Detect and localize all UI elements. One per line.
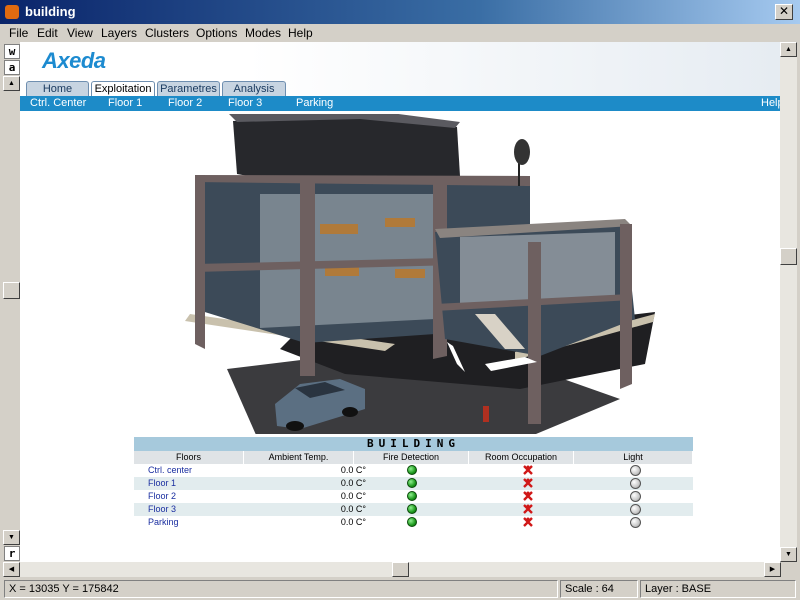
vertical-scroll-thumb[interactable] — [780, 248, 797, 265]
vertical-scrollbar[interactable]: ▲ ▼ — [780, 42, 797, 562]
status-bar: X = 13035 Y = 175842 Scale : 64 Layer : … — [0, 578, 800, 600]
menu-help[interactable]: Help — [288, 26, 313, 40]
room-occupation-icon — [523, 465, 533, 475]
table-title: BUILDING — [134, 437, 693, 451]
nav-floor-1[interactable]: Floor 1 — [108, 97, 142, 109]
light-off-icon — [630, 465, 641, 476]
tool-w-button[interactable]: w — [4, 44, 20, 59]
close-button[interactable]: ✕ — [775, 4, 793, 20]
header-light: Light — [574, 451, 693, 464]
left-toolbar: w a ▲ ▼ r ◀ — [3, 42, 20, 577]
scroll-left-arrow-icon[interactable]: ◀ — [3, 562, 20, 577]
nav-ctrl-center[interactable]: Ctrl. Center — [30, 97, 86, 109]
header-room-occupation: Room Occupation — [469, 451, 574, 464]
scroll-down-arrow-icon[interactable]: ▼ — [780, 547, 797, 562]
menu-file[interactable]: File — [9, 26, 28, 40]
horizontal-scrollbar[interactable] — [20, 562, 780, 577]
scroll-up-arrow-icon[interactable]: ▲ — [3, 76, 20, 91]
light-off-icon — [630, 478, 641, 489]
room-occupation-icon — [523, 504, 533, 514]
tool-r-button[interactable]: r — [4, 546, 20, 561]
header-fire-detection: Fire Detection — [354, 451, 469, 464]
light-off-icon — [630, 517, 641, 528]
light-off-icon — [630, 491, 641, 502]
ambient-temp-value: 0.0 C° — [340, 465, 366, 475]
left-scroll-thumb[interactable] — [3, 282, 20, 299]
fire-detection-ok-icon — [407, 504, 417, 514]
menu-layers[interactable]: Layers — [101, 26, 137, 40]
fire-detection-ok-icon — [407, 465, 417, 475]
nav-help[interactable]: Help — [761, 97, 780, 109]
fire-detection-ok-icon — [407, 491, 417, 501]
header-floors: Floors — [134, 451, 244, 464]
floor-name[interactable]: Floor 2 — [148, 491, 176, 501]
window-title: building — [25, 4, 76, 19]
floor-name[interactable]: Floor 1 — [148, 478, 176, 488]
floor-nav-bar: Ctrl. Center Floor 1 Floor 2 Floor 3 Par… — [20, 96, 780, 111]
floor-name[interactable]: Floor 3 — [148, 504, 176, 514]
menu-edit[interactable]: Edit — [37, 26, 58, 40]
map-canvas[interactable]: Axeda Home Exploitation Parametres Analy… — [20, 42, 780, 562]
coordinates-readout: X = 13035 Y = 175842 — [4, 580, 558, 598]
ambient-temp-value: 0.0 C° — [340, 517, 366, 527]
scale-readout: Scale : 64 — [560, 580, 638, 598]
room-occupation-icon — [523, 491, 533, 501]
title-bar: building ✕ — [0, 0, 800, 24]
floor-name[interactable]: Ctrl. center — [148, 465, 192, 475]
menu-modes[interactable]: Modes — [245, 26, 281, 40]
nav-floor-2[interactable]: Floor 2 — [168, 97, 202, 109]
building-status-table: BUILDING Floors Ambient Temp. Fire Detec… — [134, 437, 693, 532]
tab-analysis[interactable]: Analysis — [222, 81, 286, 97]
layer-readout: Layer : BASE — [640, 580, 796, 598]
table-header-row: Floors Ambient Temp. Fire Detection Room… — [134, 451, 693, 464]
table-row: Floor 2 0.0 C° — [134, 490, 693, 503]
floor-name[interactable]: Parking — [148, 517, 179, 527]
axeda-logo: Axeda — [42, 48, 106, 73]
building-3d-image[interactable] — [185, 114, 655, 434]
scroll-down-arrow-icon[interactable]: ▼ — [3, 530, 20, 545]
ambient-temp-value: 0.0 C° — [340, 504, 366, 514]
room-occupation-icon — [523, 478, 533, 488]
app-icon — [5, 5, 19, 19]
table-row: Floor 1 0.0 C° — [134, 477, 693, 490]
table-row: Ctrl. center 0.0 C° — [134, 464, 693, 477]
menu-clusters[interactable]: Clusters — [145, 26, 189, 40]
nav-floor-3[interactable]: Floor 3 — [228, 97, 262, 109]
scroll-up-arrow-icon[interactable]: ▲ — [780, 42, 797, 57]
menu-options[interactable]: Options — [196, 26, 237, 40]
application-window: building ✕ File Edit View Layers Cluster… — [0, 0, 800, 600]
light-off-icon — [630, 504, 641, 515]
ambient-temp-value: 0.0 C° — [340, 491, 366, 501]
table-row: Parking 0.0 C° — [134, 516, 693, 529]
scroll-right-arrow-icon[interactable]: ▶ — [764, 562, 781, 577]
nav-parking[interactable]: Parking — [296, 97, 333, 109]
ambient-temp-value: 0.0 C° — [340, 478, 366, 488]
tab-parametres[interactable]: Parametres — [157, 81, 220, 97]
satellite-dish — [514, 139, 530, 165]
fire-detection-ok-icon — [407, 517, 417, 527]
table-row: Floor 3 0.0 C° — [134, 503, 693, 516]
room-occupation-icon — [523, 517, 533, 527]
horizontal-scroll-thumb[interactable] — [392, 562, 409, 577]
tool-a-button[interactable]: a — [4, 60, 20, 75]
app-header: Axeda Home Exploitation Parametres Analy… — [20, 42, 780, 98]
header-ambient-temp: Ambient Temp. — [244, 451, 354, 464]
tab-home[interactable]: Home — [26, 81, 89, 97]
menu-view[interactable]: View — [67, 26, 93, 40]
fire-detection-ok-icon — [407, 478, 417, 488]
menu-bar: File Edit View Layers Clusters Options M… — [0, 24, 800, 42]
